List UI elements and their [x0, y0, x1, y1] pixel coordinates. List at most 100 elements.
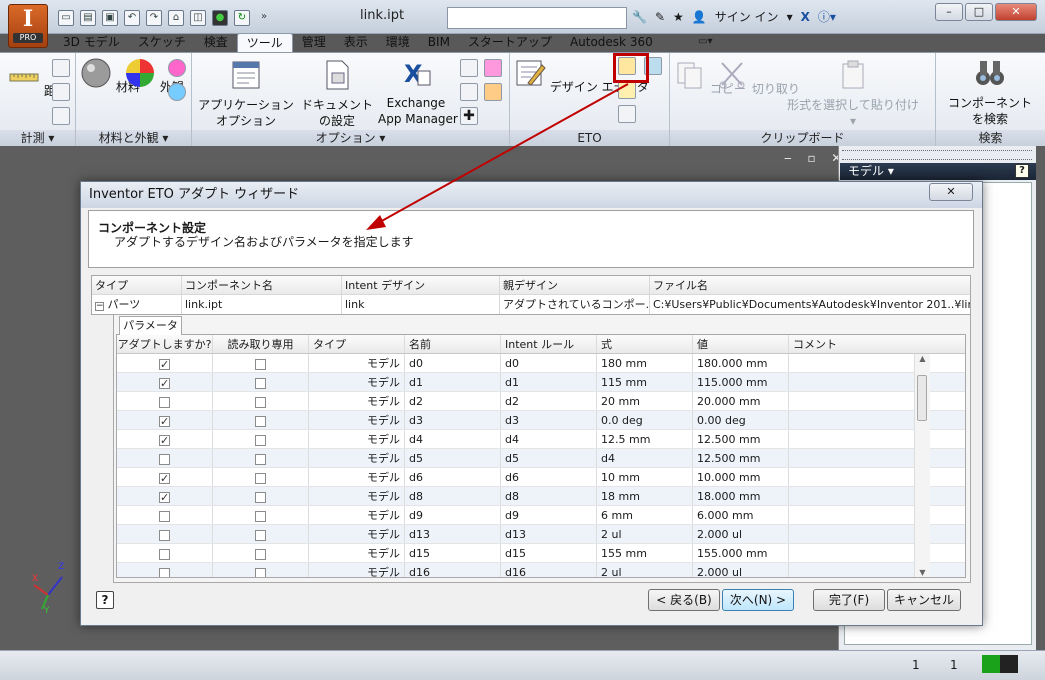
dropdown-icon[interactable]: ▾: [787, 10, 793, 24]
clear-appearance-icon[interactable]: [168, 59, 186, 77]
ribbon-options-icon[interactable]: ▭▾: [698, 36, 712, 47]
adapt-checkbox[interactable]: [159, 453, 170, 465]
wrench-icon[interactable]: 🔧: [632, 10, 647, 24]
parameter-row[interactable]: ✓ モデル d1 d1 115 mm 115.000 mm: [117, 373, 965, 392]
paste-special-button[interactable]: 形式を選択して貼り付け ▾: [778, 59, 928, 129]
adapt-checkbox[interactable]: [159, 510, 170, 522]
parameter-row[interactable]: ✓ モデル d4 d4 12.5 mm 12.500 mm: [117, 430, 965, 449]
scrollbar-thumb[interactable]: [917, 375, 927, 421]
view-icon[interactable]: ◫: [190, 10, 206, 26]
back-button[interactable]: < 戻る(B): [648, 589, 720, 611]
tab-4[interactable]: 管理: [293, 33, 335, 53]
param-rule[interactable]: d5: [501, 449, 597, 467]
param-rule[interactable]: d3: [501, 411, 597, 429]
parameter-row[interactable]: モデル d2 d2 20 mm 20.000 mm: [117, 392, 965, 411]
adapt-checkbox[interactable]: ✓: [159, 358, 170, 370]
param-expr[interactable]: 180 mm: [597, 354, 693, 372]
readonly-checkbox[interactable]: [255, 415, 266, 427]
readonly-checkbox[interactable]: [255, 472, 266, 484]
adapt-checkbox[interactable]: [159, 567, 170, 577]
macros-icon[interactable]: [484, 83, 502, 101]
tab-8[interactable]: スタートアップ: [459, 33, 561, 53]
adapt-checkbox[interactable]: ✓: [159, 415, 170, 427]
parameter-row[interactable]: モデル d16 d16 2 ul 2.000 ul: [117, 563, 965, 577]
readonly-checkbox[interactable]: [255, 529, 266, 541]
dialog-close-button[interactable]: ✕: [929, 183, 973, 201]
component-row[interactable]: − パーツ link.ipt link アダプトされているコンポー... C:¥…: [92, 295, 970, 314]
help-search-input[interactable]: [447, 7, 627, 29]
readonly-checkbox[interactable]: [255, 453, 266, 465]
tab-6[interactable]: 環境: [377, 33, 419, 53]
parameter-row[interactable]: モデル d13 d13 2 ul 2.000 ul: [117, 525, 965, 544]
traffic-light-icon[interactable]: ●: [212, 10, 228, 26]
tab-5[interactable]: 表示: [335, 33, 377, 53]
param-rule[interactable]: d9: [501, 506, 597, 524]
loop-icon[interactable]: [52, 83, 70, 101]
tab-0[interactable]: 3D モデル: [54, 33, 129, 53]
browser-title[interactable]: モデル ▾: [840, 163, 1036, 180]
open-folder-icon[interactable]: ▤: [80, 10, 96, 26]
angle-icon[interactable]: [52, 59, 70, 77]
appearance-button[interactable]: 外観: [124, 57, 184, 95]
parameter-row[interactable]: ✓ モデル d6 d6 10 mm 10.000 mm: [117, 468, 965, 487]
param-rule[interactable]: d4: [501, 430, 597, 448]
save-icon[interactable]: ▣: [102, 10, 118, 26]
param-expr[interactable]: 12.5 mm: [597, 430, 693, 448]
readonly-checkbox[interactable]: [255, 510, 266, 522]
style-editor-icon[interactable]: [460, 59, 478, 77]
undo-icon[interactable]: ↶: [124, 10, 140, 26]
scroll-up-icon[interactable]: ▲: [915, 354, 930, 363]
exchange-app-manager-button[interactable]: X Exchange App Manager: [378, 57, 458, 127]
adjust-appearance-icon[interactable]: [168, 83, 186, 101]
material-panel-title[interactable]: 材料と外観 ▾: [76, 130, 191, 146]
param-rule[interactable]: d15: [501, 544, 597, 562]
dialog-help-button[interactable]: ?: [96, 591, 114, 609]
param-rule[interactable]: d2: [501, 392, 597, 410]
eto-panel-title[interactable]: ETO: [510, 130, 669, 146]
parameter-row[interactable]: モデル d5 d5 d4 12.500 mm: [117, 449, 965, 468]
browser-grip[interactable]: [842, 150, 1032, 160]
customize-icon[interactable]: [460, 83, 478, 101]
star-icon[interactable]: ★: [673, 10, 684, 24]
param-expr[interactable]: 115 mm: [597, 373, 693, 391]
readonly-checkbox[interactable]: [255, 434, 266, 446]
eto-document-icon[interactable]: [618, 105, 636, 123]
design-editor-button[interactable]: デザイン エディタ: [514, 57, 649, 95]
cut-button[interactable]: 切り取り: [716, 59, 800, 97]
adapt-checkbox[interactable]: ✓: [159, 434, 170, 446]
parameter-row[interactable]: ✓ モデル d8 d8 18 mm 18.000 mm: [117, 487, 965, 506]
readonly-checkbox[interactable]: [255, 567, 266, 577]
adapt-checkbox[interactable]: [159, 396, 170, 408]
parameter-row[interactable]: モデル d15 d15 155 mm 155.000 mm: [117, 544, 965, 563]
readonly-checkbox[interactable]: [255, 396, 266, 408]
adapt-checkbox[interactable]: ✓: [159, 377, 170, 389]
param-rule[interactable]: d13: [501, 525, 597, 543]
browser-help-icon[interactable]: ?: [1015, 164, 1029, 178]
parameter-row[interactable]: ✓ モデル d0 d0 180 mm 180.000 mm: [117, 354, 965, 373]
readonly-checkbox[interactable]: [255, 491, 266, 503]
parameter-row[interactable]: モデル d9 d9 6 mm 6.000 mm: [117, 506, 965, 525]
scroll-down-icon[interactable]: ▼: [915, 568, 930, 577]
param-expr[interactable]: 10 mm: [597, 468, 693, 486]
application-options-button[interactable]: アプリケーション オプション: [198, 59, 294, 129]
param-expr[interactable]: 2 ul: [597, 525, 693, 543]
adapt-checkbox[interactable]: [159, 548, 170, 560]
param-expr[interactable]: d4: [597, 449, 693, 467]
param-expr[interactable]: 18 mm: [597, 487, 693, 505]
eto-edit-icon[interactable]: [618, 81, 636, 99]
param-rule[interactable]: d1: [501, 373, 597, 391]
param-expr[interactable]: 2 ul: [597, 563, 693, 577]
help-icon[interactable]: ⓘ▾: [818, 8, 836, 25]
tab-7[interactable]: BIM: [419, 33, 459, 53]
distance-button[interactable]: 距離: [8, 61, 68, 99]
new-file-icon[interactable]: ▭: [58, 10, 74, 26]
adapt-checkbox[interactable]: [159, 529, 170, 541]
param-rule[interactable]: d16: [501, 563, 597, 577]
tab-1[interactable]: スケッチ: [129, 33, 195, 53]
add-in-icon[interactable]: ✚: [460, 107, 478, 125]
user-icon[interactable]: 👤: [692, 10, 707, 24]
sign-in-link[interactable]: サイン イン: [715, 8, 779, 25]
tab-3[interactable]: ツール: [236, 33, 293, 53]
minimize-button[interactable]: –: [935, 3, 963, 21]
collapse-icon[interactable]: −: [95, 302, 104, 311]
